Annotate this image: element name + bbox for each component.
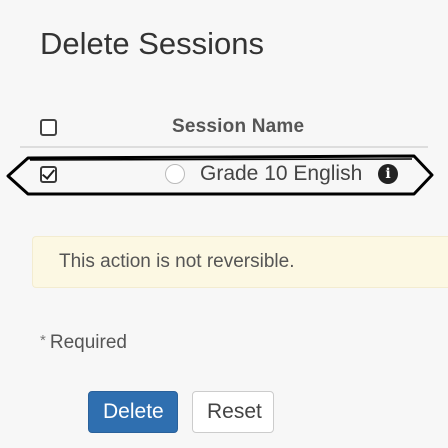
column-header-session-name: Session Name [172,116,305,137]
table-row[interactable]: Grade 10 English i [0,150,448,200]
checkmark-icon [41,166,56,180]
warning-alert: This action is not reversible. [32,236,448,288]
select-all-checkbox[interactable] [40,119,57,136]
row-checkbox[interactable] [40,166,57,183]
required-note: * Required [40,332,127,354]
required-asterisk: * [40,332,46,349]
header-divider [20,146,428,148]
required-label: Required [49,332,127,353]
reset-button[interactable]: Reset [192,391,274,433]
radio-icon [165,164,185,184]
delete-button[interactable]: Delete [88,391,178,433]
info-icon[interactable]: i [378,164,398,184]
delete-sessions-page: Delete Sessions Session Name Grade 10 En… [0,0,448,448]
page-title: Delete Sessions [40,26,265,61]
session-name: Grade 10 English [200,162,363,185]
warning-text: This action is not reversible. [59,251,295,272]
table-header: Session Name [0,112,448,148]
